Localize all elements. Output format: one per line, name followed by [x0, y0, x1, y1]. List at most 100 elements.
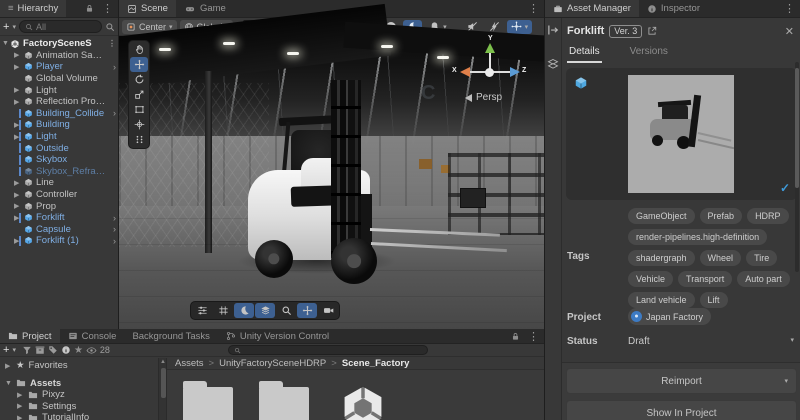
scale-tool-button[interactable] — [130, 87, 148, 102]
add-dropdown-caret[interactable]: ▾ — [12, 23, 16, 31]
expand-arrow-icon[interactable]: ▶ — [17, 402, 24, 410]
collapse-panel-icon[interactable] — [547, 24, 559, 36]
create-asset-button[interactable]: + — [3, 344, 9, 356]
kebab-menu-icon[interactable]: ⋮ — [523, 329, 544, 343]
kebab-menu-icon[interactable]: ⋮ — [779, 0, 800, 17]
hierarchy-item[interactable]: Outside — [0, 142, 118, 154]
scene-viewport[interactable]: C Y X Z Persp — [119, 3, 544, 329]
expand-arrow-icon[interactable]: ▶ — [14, 214, 22, 222]
expand-arrow-icon[interactable]: ▶ — [14, 98, 22, 106]
gizmo-center[interactable] — [485, 68, 494, 77]
tab-scene[interactable]: Scene — [119, 0, 176, 17]
tab-versions[interactable]: Versions — [628, 46, 670, 63]
hierarchy-scene-root[interactable]: ▼ FactorySceneS ⋮ — [0, 38, 118, 50]
external-link-icon[interactable] — [647, 26, 657, 36]
tab-asset-manager[interactable]: Asset Manager — [545, 0, 639, 17]
favorite-star-icon[interactable]: ★ — [74, 345, 83, 356]
breadcrumb-segment-current[interactable]: Scene_Factory — [342, 358, 410, 369]
hierarchy-item[interactable]: ▶ Forklift › — [0, 212, 118, 224]
rect-tool-button[interactable] — [130, 102, 148, 117]
hierarchy-item[interactable]: ▶ Player › — [0, 61, 118, 73]
search-window-icon[interactable] — [105, 22, 115, 32]
alert-info-icon[interactable] — [61, 345, 71, 355]
tab-project[interactable]: Project — [0, 329, 60, 343]
expand-arrow-icon[interactable]: ▶ — [17, 391, 24, 399]
tab-console[interactable]: Console — [60, 329, 125, 343]
tab-details[interactable]: Details — [567, 46, 602, 63]
scene-grid-button[interactable] — [213, 303, 233, 318]
prefab-open-chevron[interactable]: › — [113, 62, 116, 72]
expand-arrow-icon[interactable]: ▶ — [5, 362, 12, 370]
expand-arrow-icon[interactable]: ▶ — [14, 202, 22, 210]
breadcrumb-segment[interactable]: Assets — [175, 358, 204, 369]
gizmo-x-axis-cone[interactable] — [460, 67, 470, 77]
scene-options-sliders-button[interactable] — [192, 303, 212, 318]
status-value[interactable]: Draft — [628, 336, 650, 347]
layers-stack-icon[interactable] — [547, 58, 559, 70]
expand-arrow-icon[interactable]: ▼ — [2, 40, 10, 47]
tab-inspector[interactable]: Inspector — [639, 0, 708, 17]
hierarchy-item[interactable]: Skybox_Refraction — [0, 166, 118, 178]
gizmo-z-axis-cone[interactable] — [510, 67, 520, 77]
folder-item[interactable]: ▶ TutorialInfo — [0, 412, 158, 420]
folder-item[interactable]: ▶ Pixyz — [0, 389, 158, 401]
folder-item[interactable]: ▶ Settings — [0, 401, 158, 413]
scene-move-overlay-button[interactable] — [297, 303, 317, 318]
hierarchy-item[interactable]: ▶ Light — [0, 131, 118, 143]
hierarchy-item[interactable]: ▶ Forklift (1) › — [0, 235, 118, 247]
transform-tool-button[interactable] — [130, 117, 148, 132]
project-tree-scrollbar[interactable]: ▲ — [158, 358, 167, 420]
hierarchy-item[interactable]: ▶ Prop — [0, 200, 118, 212]
hierarchy-item[interactable]: ▶ Reflection Probe — [0, 96, 118, 108]
rotate-tool-button[interactable] — [130, 72, 148, 87]
hierarchy-item[interactable]: ▶ Building — [0, 119, 118, 131]
hierarchy-item[interactable]: Skybox — [0, 154, 118, 166]
add-gameobject-button[interactable]: + — [3, 21, 9, 33]
hierarchy-item[interactable]: ▶ Light — [0, 84, 118, 96]
tab-hierarchy[interactable]: ≡ Hierarchy — [0, 0, 67, 17]
custom-tools-button[interactable] — [130, 132, 148, 147]
hierarchy-search-input[interactable]: All — [18, 20, 102, 33]
expand-arrow-icon[interactable]: ▶ — [17, 414, 24, 420]
search-by-type-icon[interactable] — [22, 345, 32, 355]
prefab-open-chevron[interactable]: › — [113, 236, 116, 246]
folder-thumbnail[interactable] — [259, 381, 309, 420]
expand-arrow-icon[interactable]: ▶ — [14, 86, 22, 94]
hierarchy-item[interactable]: Building_Collide › — [0, 108, 118, 120]
expand-arrow-icon[interactable]: ▶ — [14, 179, 22, 187]
hierarchy-item[interactable]: Capsule › — [0, 224, 118, 236]
expand-arrow-icon[interactable]: ▼ — [5, 380, 12, 387]
expand-arrow-icon[interactable]: ▶ — [14, 63, 22, 71]
package-icon[interactable] — [35, 345, 45, 355]
scene-moon-button[interactable] — [234, 303, 254, 318]
prefab-open-chevron[interactable]: › — [113, 213, 116, 223]
unity-package-thumbnail[interactable] — [335, 382, 391, 420]
hierarchy-item[interactable]: Global Volume — [0, 73, 118, 85]
kebab-menu-icon[interactable]: ⋮ — [97, 0, 118, 17]
expand-arrow-icon[interactable]: ▶ — [14, 121, 22, 129]
favorites-item[interactable]: ▶ ★ Favorites — [0, 360, 158, 372]
scene-camera-button[interactable] — [318, 303, 338, 318]
lock-icon[interactable] — [508, 329, 523, 343]
expand-arrow-icon[interactable]: ▶ — [14, 133, 22, 141]
reimport-dropdown-caret[interactable]: ▾ — [784, 377, 788, 385]
view-hand-tool-button[interactable] — [130, 42, 148, 57]
tab-background-tasks[interactable]: Background Tasks — [124, 329, 217, 343]
gizmos-button[interactable]: ▾ — [506, 19, 533, 34]
hierarchy-item[interactable]: ▶ Line — [0, 177, 118, 189]
show-in-project-button[interactable]: Show In Project — [566, 400, 797, 420]
create-dropdown-caret[interactable]: ▾ — [12, 346, 16, 354]
lock-icon[interactable] — [82, 0, 97, 17]
project-search-input[interactable] — [228, 345, 428, 355]
prefab-open-chevron[interactable]: › — [113, 108, 116, 118]
assets-root-item[interactable]: ▼ Assets — [0, 378, 158, 390]
scene-zoom-button[interactable] — [276, 303, 296, 318]
scene-kebab-icon[interactable]: ⋮ — [108, 39, 116, 48]
expand-arrow-icon[interactable]: ▶ — [14, 51, 22, 59]
scene-fog-layers-button[interactable] — [255, 303, 275, 318]
hierarchy-item[interactable]: ▶ Controller — [0, 189, 118, 201]
projection-toggle[interactable]: Persp — [465, 92, 502, 103]
tab-game[interactable]: Game — [176, 0, 234, 17]
kebab-menu-icon[interactable]: ⋮ — [523, 0, 544, 17]
expand-arrow-icon[interactable]: ▶ — [14, 191, 22, 199]
